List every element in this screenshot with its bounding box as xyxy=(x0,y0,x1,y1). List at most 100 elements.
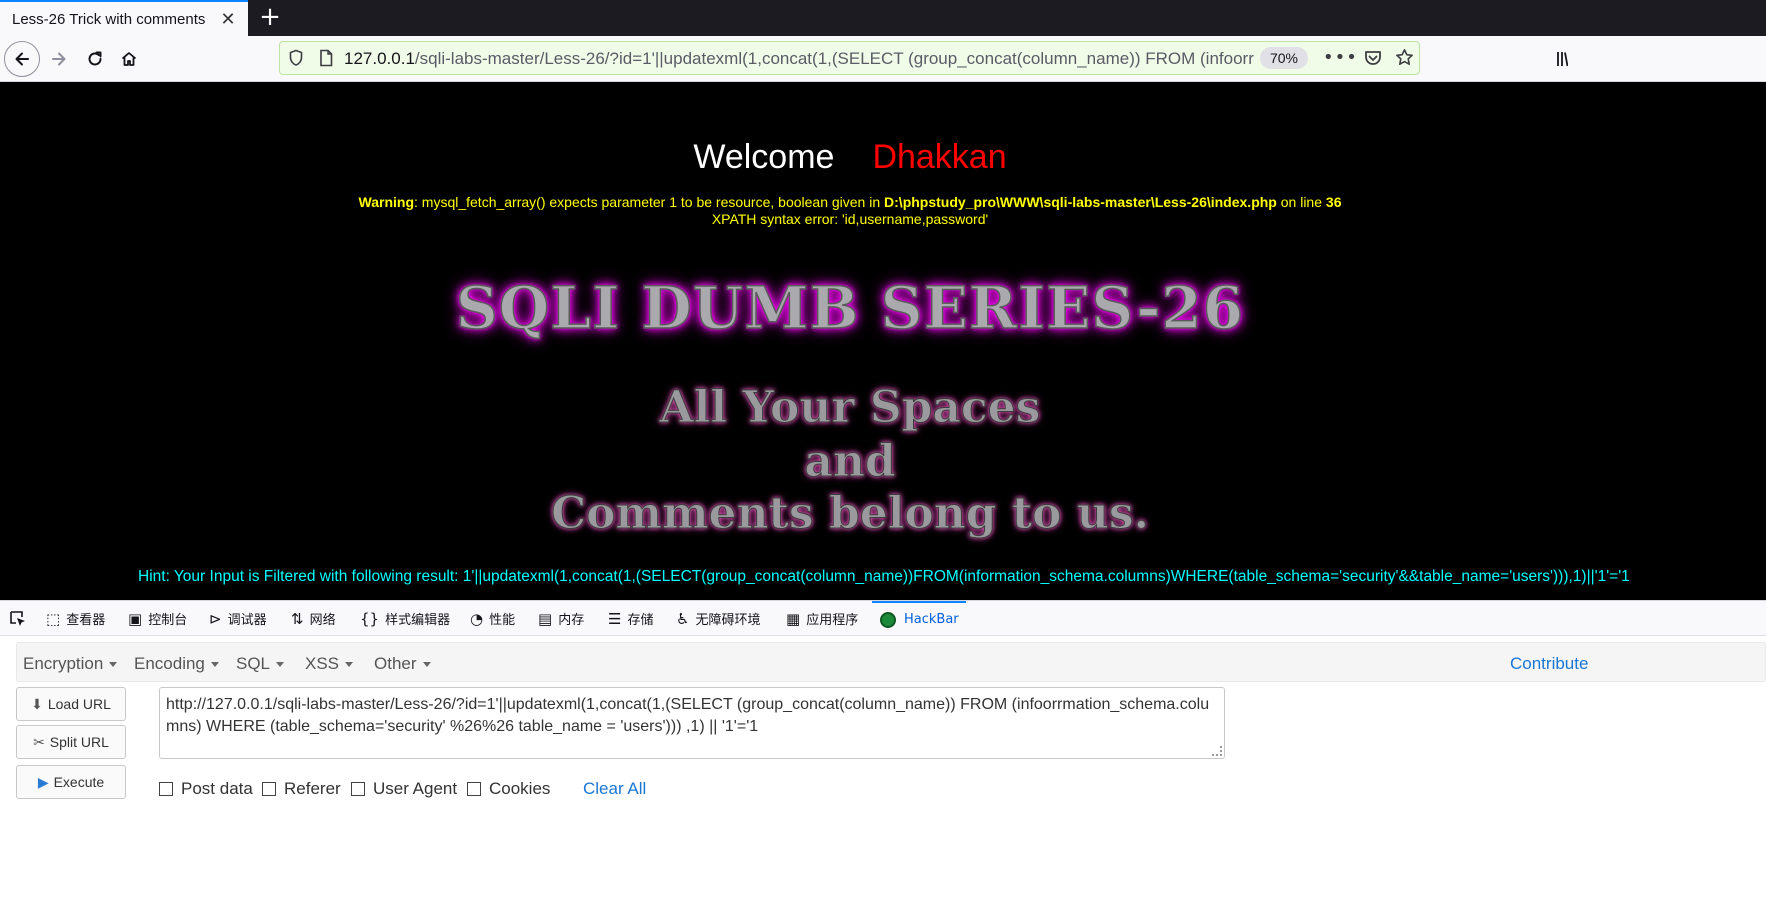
tab-console[interactable]: ▣ 控制台 xyxy=(128,601,187,636)
tab-debugger[interactable]: ⊳ 调试器 xyxy=(209,601,267,636)
menu-encryption-label: Encryption xyxy=(23,654,104,673)
library-icon[interactable] xyxy=(1556,50,1569,72)
split-url-label: Split URL xyxy=(49,734,109,750)
menu-xss[interactable]: XSS xyxy=(305,654,354,674)
tab-accessibility-label: 无障碍环境 xyxy=(695,613,761,628)
storage-icon: ☰ xyxy=(608,609,622,628)
checkbox-box[interactable] xyxy=(467,782,481,796)
tab-performance[interactable]: ◔ 性能 xyxy=(470,601,515,636)
load-url-label: Load URL xyxy=(47,696,111,712)
load-url-button[interactable]: ⬇ Load URL xyxy=(16,687,126,721)
menu-encoding-label: Encoding xyxy=(134,654,205,673)
tab-style-editor[interactable]: {} 样式编辑器 xyxy=(360,601,450,636)
tab-memory[interactable]: ▤ 内存 xyxy=(538,601,584,636)
tab-title: Less-26 Trick with comments xyxy=(12,10,206,28)
browser-tab[interactable]: Less-26 Trick with comments ✕ xyxy=(0,0,248,36)
post-data-label: Post data xyxy=(181,779,253,798)
tab-hackbar[interactable]: HackBar xyxy=(872,601,966,636)
bookmark-star-icon[interactable] xyxy=(1395,48,1414,71)
tab-console-label: 控制台 xyxy=(148,613,188,628)
console-icon: ▣ xyxy=(128,609,143,628)
network-icon: ⇅ xyxy=(291,609,304,628)
navigation-bar: 127.0.0.1/sqli-labs-master/Less-26/?id=1… xyxy=(0,36,1766,82)
menu-sql[interactable]: SQL xyxy=(236,654,285,674)
php-warning: Warning: mysql_fetch_array() expects par… xyxy=(0,194,1700,210)
tab-memory-label: 内存 xyxy=(558,613,585,628)
hackbar-panel: Encryption Encoding SQL XSS Other Contri… xyxy=(0,636,1766,914)
menu-sql-label: SQL xyxy=(236,654,271,673)
tab-debugger-label: 调试器 xyxy=(227,613,267,628)
address-bar[interactable]: 127.0.0.1/sqli-labs-master/Less-26/?id=1… xyxy=(279,41,1420,75)
tab-hackbar-label: HackBar xyxy=(904,612,959,627)
hackbar-logo-icon xyxy=(880,611,896,628)
chevron-down-icon xyxy=(422,662,431,668)
warning-on-line: on line xyxy=(1276,194,1326,210)
referer-label: Referer xyxy=(284,779,341,798)
tab-application[interactable]: ▦ 应用程序 xyxy=(786,601,858,636)
reload-icon[interactable] xyxy=(77,41,113,77)
warning-label: Warning xyxy=(358,194,414,210)
forward-icon[interactable] xyxy=(41,41,77,77)
menu-encoding[interactable]: Encoding xyxy=(134,654,219,674)
style-editor-icon: {} xyxy=(360,609,380,628)
post-data-checkbox[interactable]: Post data xyxy=(159,779,253,799)
tab-network[interactable]: ⇅ 网络 xyxy=(291,601,336,636)
tab-performance-label: 性能 xyxy=(489,613,516,628)
url-host: 127.0.0.1 xyxy=(344,49,415,68)
menu-other-label: Other xyxy=(374,654,417,673)
cookies-checkbox[interactable]: Cookies xyxy=(467,779,550,799)
debugger-icon: ⊳ xyxy=(209,609,222,628)
performance-icon: ◔ xyxy=(470,609,484,628)
tab-application-label: 应用程序 xyxy=(806,613,859,628)
clear-all-link[interactable]: Clear All xyxy=(583,779,646,799)
tagline-line-1: All Your Spaces xyxy=(659,382,1041,434)
url-textarea[interactable]: http://127.0.0.1/sqli-labs-master/Less-2… xyxy=(159,687,1225,759)
menu-other[interactable]: Other xyxy=(374,654,431,674)
tab-style-editor-label: 样式编辑器 xyxy=(385,613,451,628)
warning-line-number: 36 xyxy=(1325,194,1342,210)
warning-file-path: D:\phpstudy_pro\WWW\sqli-labs-master\Les… xyxy=(884,194,1277,210)
cookies-label: Cookies xyxy=(489,779,551,798)
play-icon: ▶ xyxy=(37,773,49,790)
url-text[interactable]: 127.0.0.1/sqli-labs-master/Less-26/?id=1… xyxy=(344,49,1254,69)
scissors-icon: ✂ xyxy=(33,733,45,750)
back-icon[interactable] xyxy=(4,41,40,77)
page-actions-icon[interactable]: ••• xyxy=(1323,47,1358,68)
tab-network-label: 网络 xyxy=(309,613,336,628)
execute-button[interactable]: ▶ Execute xyxy=(16,765,126,799)
tab-inspector[interactable]: ⬚ 查看器 xyxy=(46,601,105,636)
hackbar-menu-bar: Encryption Encoding SQL XSS Other Contri… xyxy=(16,642,1766,682)
checkbox-box[interactable] xyxy=(262,782,276,796)
memory-icon: ▤ xyxy=(538,609,553,628)
checkbox-box[interactable] xyxy=(351,782,365,796)
split-url-button[interactable]: ✂ Split URL xyxy=(16,725,126,759)
tab-accessibility[interactable]: ♿ 无障碍环境 xyxy=(676,601,760,636)
referer-checkbox[interactable]: Referer xyxy=(262,779,341,799)
checkbox-box[interactable] xyxy=(159,782,173,796)
inspector-icon: ⬚ xyxy=(46,609,61,628)
url-textarea-value: http://127.0.0.1/sqli-labs-master/Less-2… xyxy=(166,696,1210,735)
welcome-text: Welcome xyxy=(693,138,835,176)
pocket-icon[interactable] xyxy=(1364,49,1382,71)
application-icon: ▦ xyxy=(786,609,801,628)
menu-encryption[interactable]: Encryption xyxy=(23,654,118,674)
element-picker-icon[interactable] xyxy=(8,609,28,633)
web-page-content: Welcome Dhakkan Warning: mysql_fetch_arra… xyxy=(0,82,1766,600)
menu-xss-label: XSS xyxy=(305,654,340,673)
chevron-down-icon xyxy=(109,662,118,668)
new-tab-icon[interactable]: + xyxy=(256,4,284,32)
series-title-banner: SQLI DUMB SERIES-26 xyxy=(455,273,1245,343)
url-path: /sqli-labs-master/Less-26/?id=1'||update… xyxy=(414,49,1254,68)
user-agent-checkbox[interactable]: User Agent xyxy=(351,779,457,799)
close-tab-icon[interactable]: ✕ xyxy=(218,9,238,30)
zoom-level-badge[interactable]: 70% xyxy=(1260,47,1308,69)
chevron-down-icon xyxy=(276,662,285,668)
home-icon[interactable] xyxy=(111,41,147,77)
user-agent-label: User Agent xyxy=(373,779,458,798)
tracking-shield-icon[interactable] xyxy=(288,49,304,71)
tab-storage[interactable]: ☰ 存储 xyxy=(608,601,653,636)
resize-handle-icon[interactable] xyxy=(1212,746,1222,756)
contribute-link[interactable]: Contribute xyxy=(1510,654,1588,674)
page-info-icon[interactable] xyxy=(318,49,334,71)
filter-hint: Hint: Your Input is Filtered with follow… xyxy=(138,568,1630,585)
